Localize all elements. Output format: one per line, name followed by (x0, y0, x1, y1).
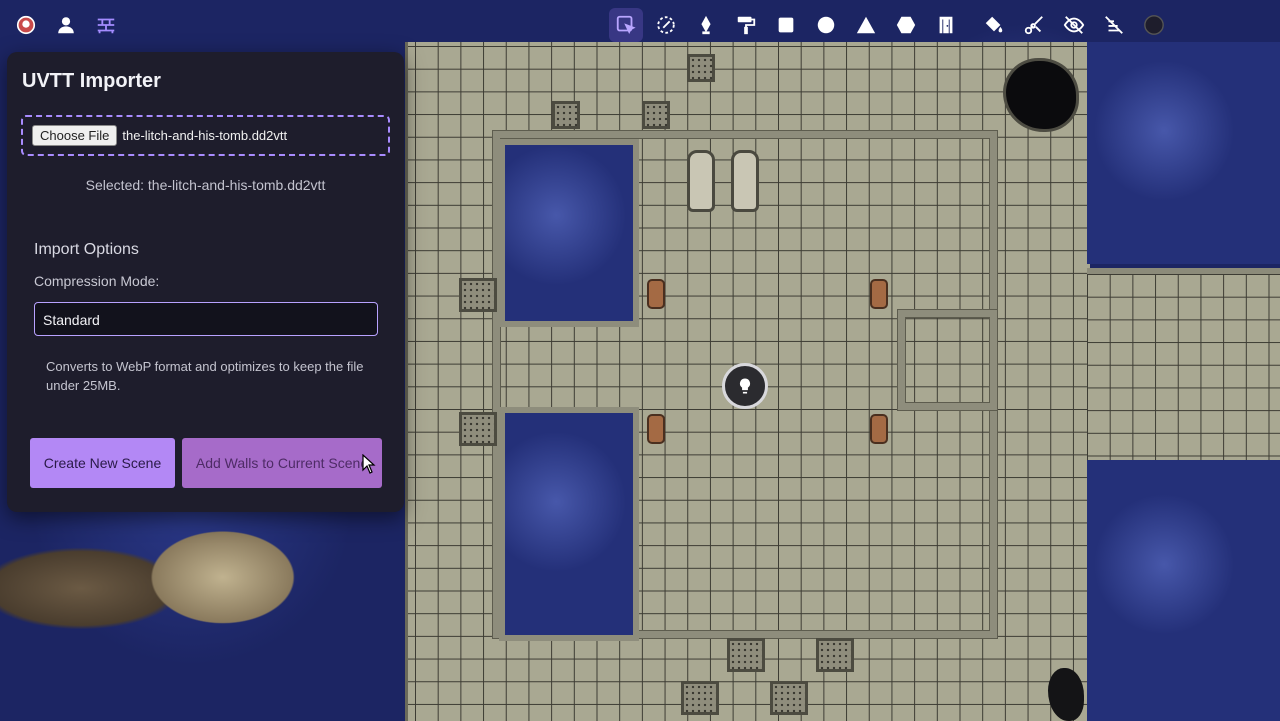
floor-grate (687, 54, 715, 82)
void-pool-south (499, 407, 639, 641)
compression-mode-select[interactable]: Standard (34, 302, 378, 336)
create-new-scene-button[interactable]: Create New Scene (30, 438, 175, 488)
circle-icon[interactable] (809, 8, 843, 42)
paint-bucket-icon[interactable] (977, 8, 1011, 42)
barrel (870, 279, 888, 309)
hexagon-icon[interactable] (889, 8, 923, 42)
floor-grate (770, 681, 808, 715)
barrel (647, 414, 665, 444)
user-icon[interactable] (49, 8, 83, 42)
light-source-token[interactable] (722, 363, 768, 409)
compression-mode-label: Compression Mode: (34, 273, 160, 289)
dark-pit (1003, 58, 1079, 132)
select-pointer-icon[interactable] (609, 8, 643, 42)
barrel (870, 414, 888, 444)
panel-title: UVTT Importer (22, 70, 161, 92)
sarcophagus (731, 150, 759, 212)
color-swatch-icon[interactable] (1137, 8, 1171, 42)
brick-wall-icon[interactable] (89, 8, 123, 42)
mouse-cursor-icon (362, 454, 376, 474)
scissors-icon[interactable] (1017, 8, 1051, 42)
barrel (647, 279, 665, 309)
sarcophagus (687, 150, 715, 212)
square-icon[interactable] (769, 8, 803, 42)
lightbulb-icon (739, 378, 751, 394)
pen-nib-icon[interactable] (689, 8, 723, 42)
chosen-file-name: the-litch-and-his-tomb.dd2vtt (122, 128, 288, 143)
top-toolbar (0, 0, 1280, 50)
door-icon[interactable] (929, 8, 963, 42)
brush-eraser-icon[interactable] (649, 8, 683, 42)
triangle-icon[interactable] (849, 8, 883, 42)
import-options-heading: Import Options (34, 241, 139, 258)
void-pool-north (499, 139, 639, 327)
eye-off-icon[interactable] (1057, 8, 1091, 42)
uvtt-importer-panel: UVTT Importer Choose File the-litch-and-… (7, 52, 404, 512)
hide-walls-icon[interactable] (1097, 8, 1131, 42)
floor-grate (642, 101, 670, 129)
east-corridor (1087, 268, 1280, 468)
add-walls-button[interactable]: Add Walls to Current Scene (182, 438, 382, 488)
file-drop-zone[interactable]: Choose File the-litch-and-his-tomb.dd2vt… (21, 115, 390, 156)
avatar-icon[interactable] (9, 8, 43, 42)
choose-file-button[interactable]: Choose File (32, 125, 118, 146)
inner-alcove-wall (898, 310, 997, 410)
floor-grate (681, 681, 719, 715)
floor-grate (552, 101, 580, 129)
void-northeast (1087, 42, 1280, 264)
floor-grate (459, 278, 497, 312)
floor-grate (816, 638, 854, 672)
compression-description: Converts to WebP format and optimizes to… (46, 359, 364, 393)
selected-file-status: Selected: the-litch-and-his-tomb.dd2vtt (85, 177, 326, 193)
cave-area (0, 500, 405, 721)
floor-grate (459, 412, 497, 446)
paint-roller-icon[interactable] (729, 8, 763, 42)
void-southeast (1087, 460, 1280, 721)
floor-grate (727, 638, 765, 672)
